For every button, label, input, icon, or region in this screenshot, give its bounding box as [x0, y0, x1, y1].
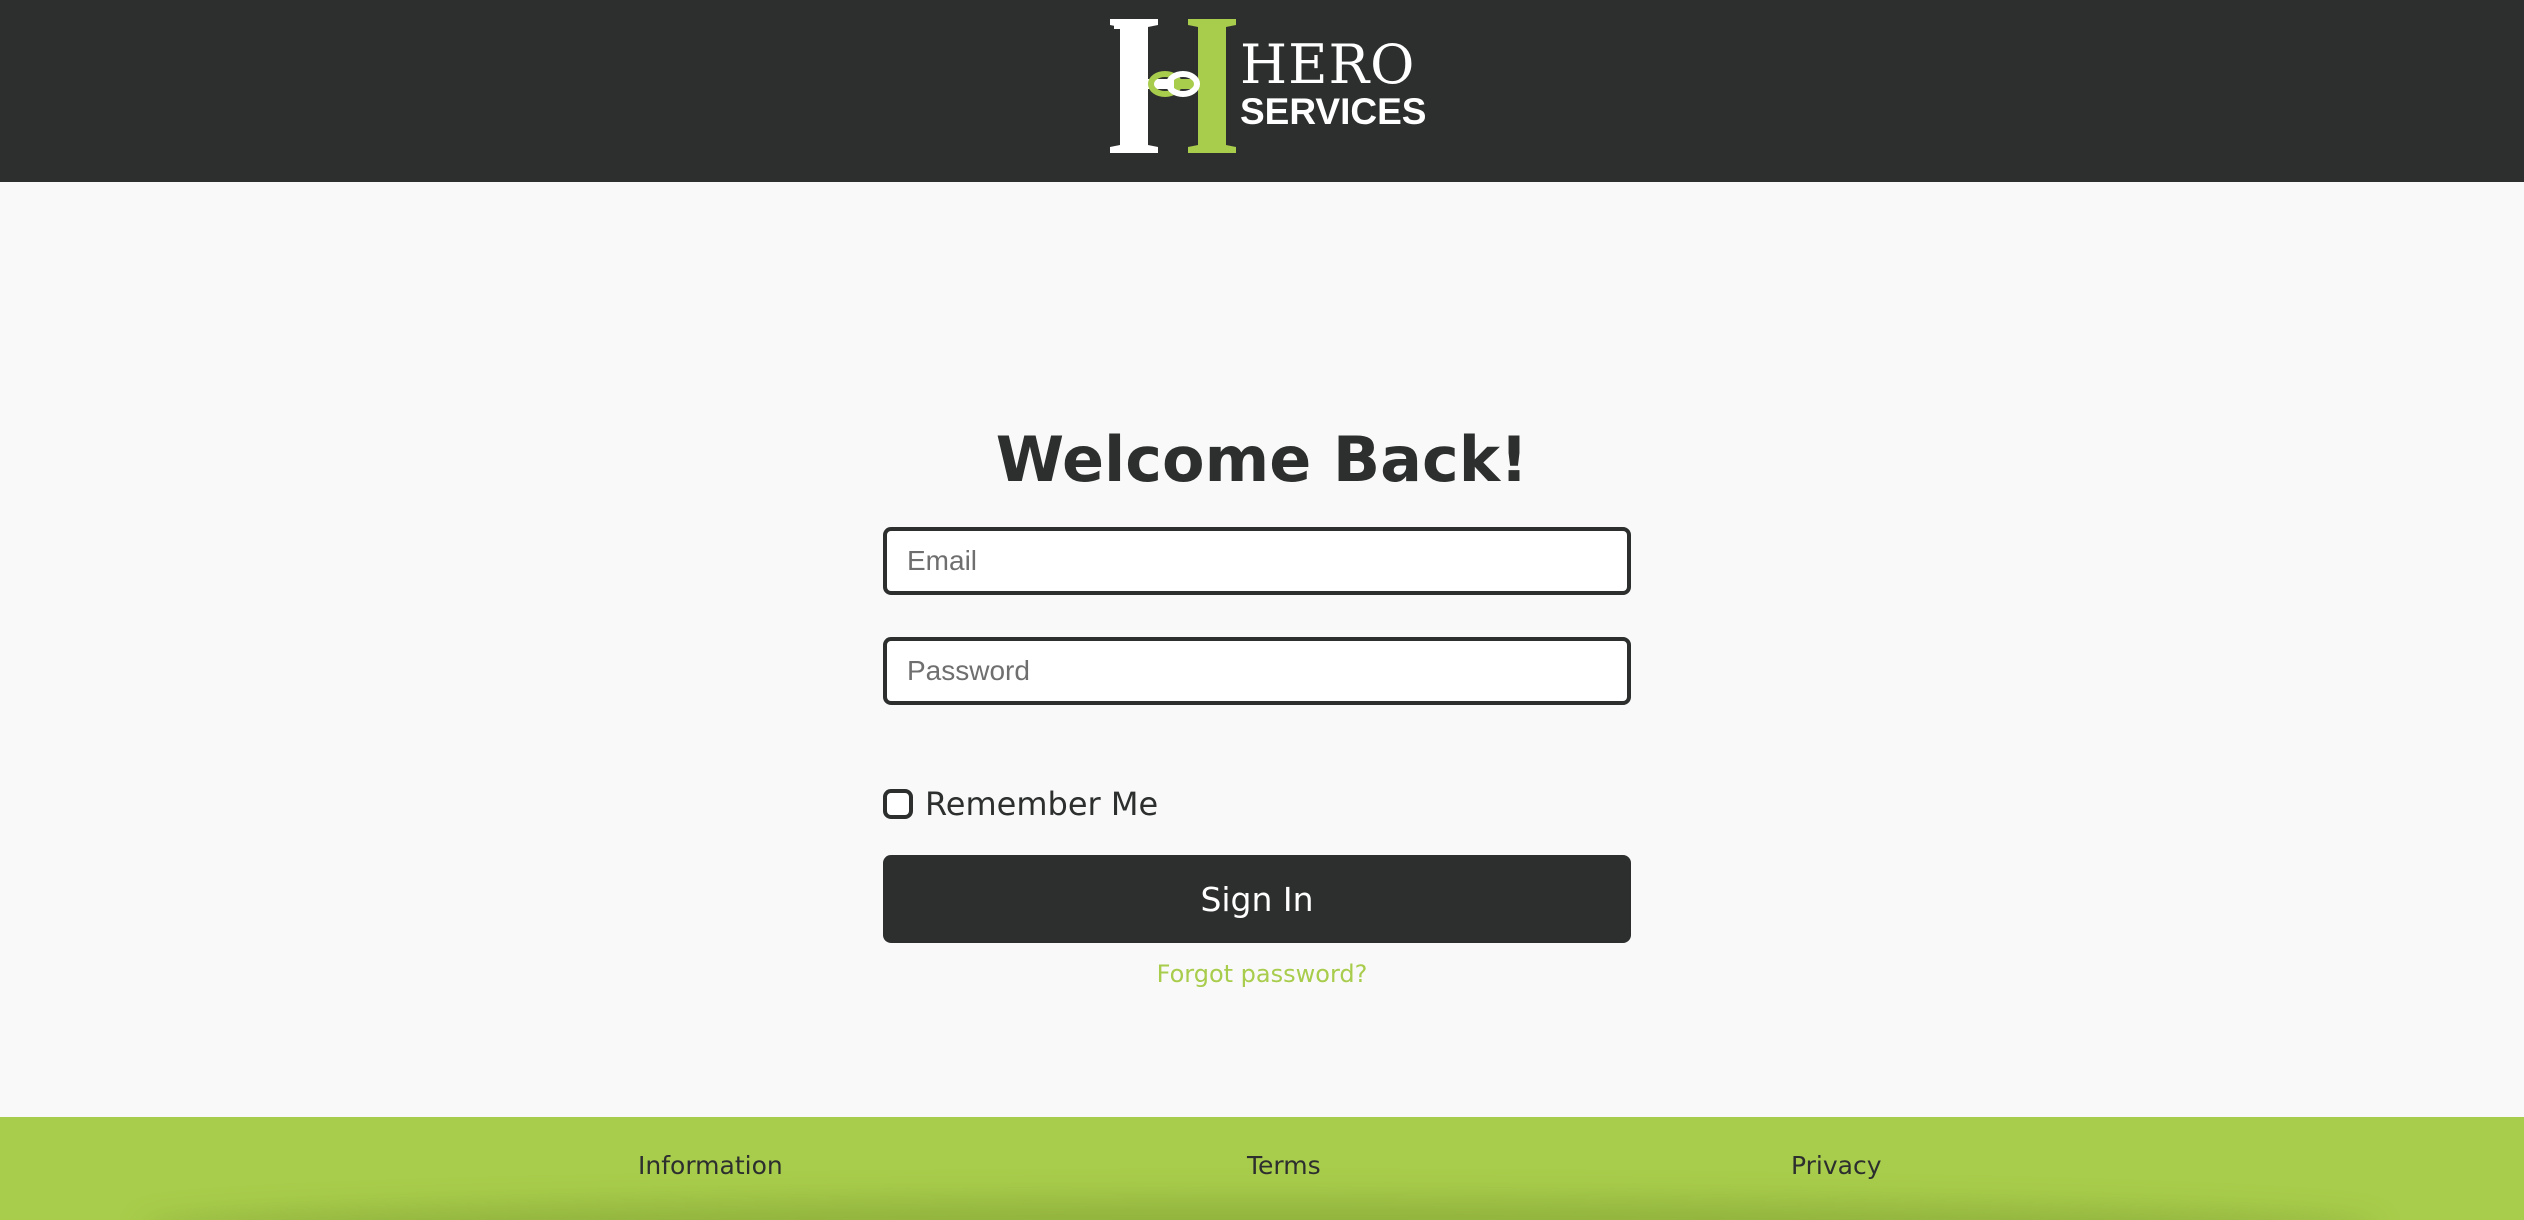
page-title: Welcome Back!: [995, 423, 1529, 496]
hero-monogram-icon: [1110, 19, 1236, 153]
sign-in-button[interactable]: Sign In: [883, 855, 1631, 943]
password-field[interactable]: [883, 637, 1631, 705]
footer-link-privacy[interactable]: Privacy: [1791, 1151, 1882, 1180]
remember-me-checkbox[interactable]: [883, 789, 913, 819]
site-header: HERO SERVICES: [0, 0, 2524, 182]
remember-me-label: Remember Me: [925, 785, 1159, 823]
hero-services-logo[interactable]: HERO SERVICES: [1110, 17, 1426, 155]
forgot-password-row: Forgot password?: [0, 960, 2524, 988]
footer-shadow: [140, 1199, 2380, 1220]
forgot-password-link[interactable]: Forgot password?: [1157, 960, 1368, 988]
footer-link-terms[interactable]: Terms: [1247, 1151, 1321, 1180]
logo-line-services: SERVICES: [1240, 91, 1427, 132]
logo-wordmark: HERO SERVICES: [1240, 37, 1426, 131]
remember-me[interactable]: Remember Me: [883, 784, 1158, 824]
logo-line-hero: HERO: [1240, 33, 1416, 96]
login-main: Welcome Back! Remember Me Sign In Forgot…: [0, 182, 2524, 1117]
site-footer: Information Terms Privacy: [0, 1117, 2524, 1220]
footer-link-information[interactable]: Information: [638, 1151, 783, 1180]
email-field[interactable]: [883, 527, 1631, 595]
